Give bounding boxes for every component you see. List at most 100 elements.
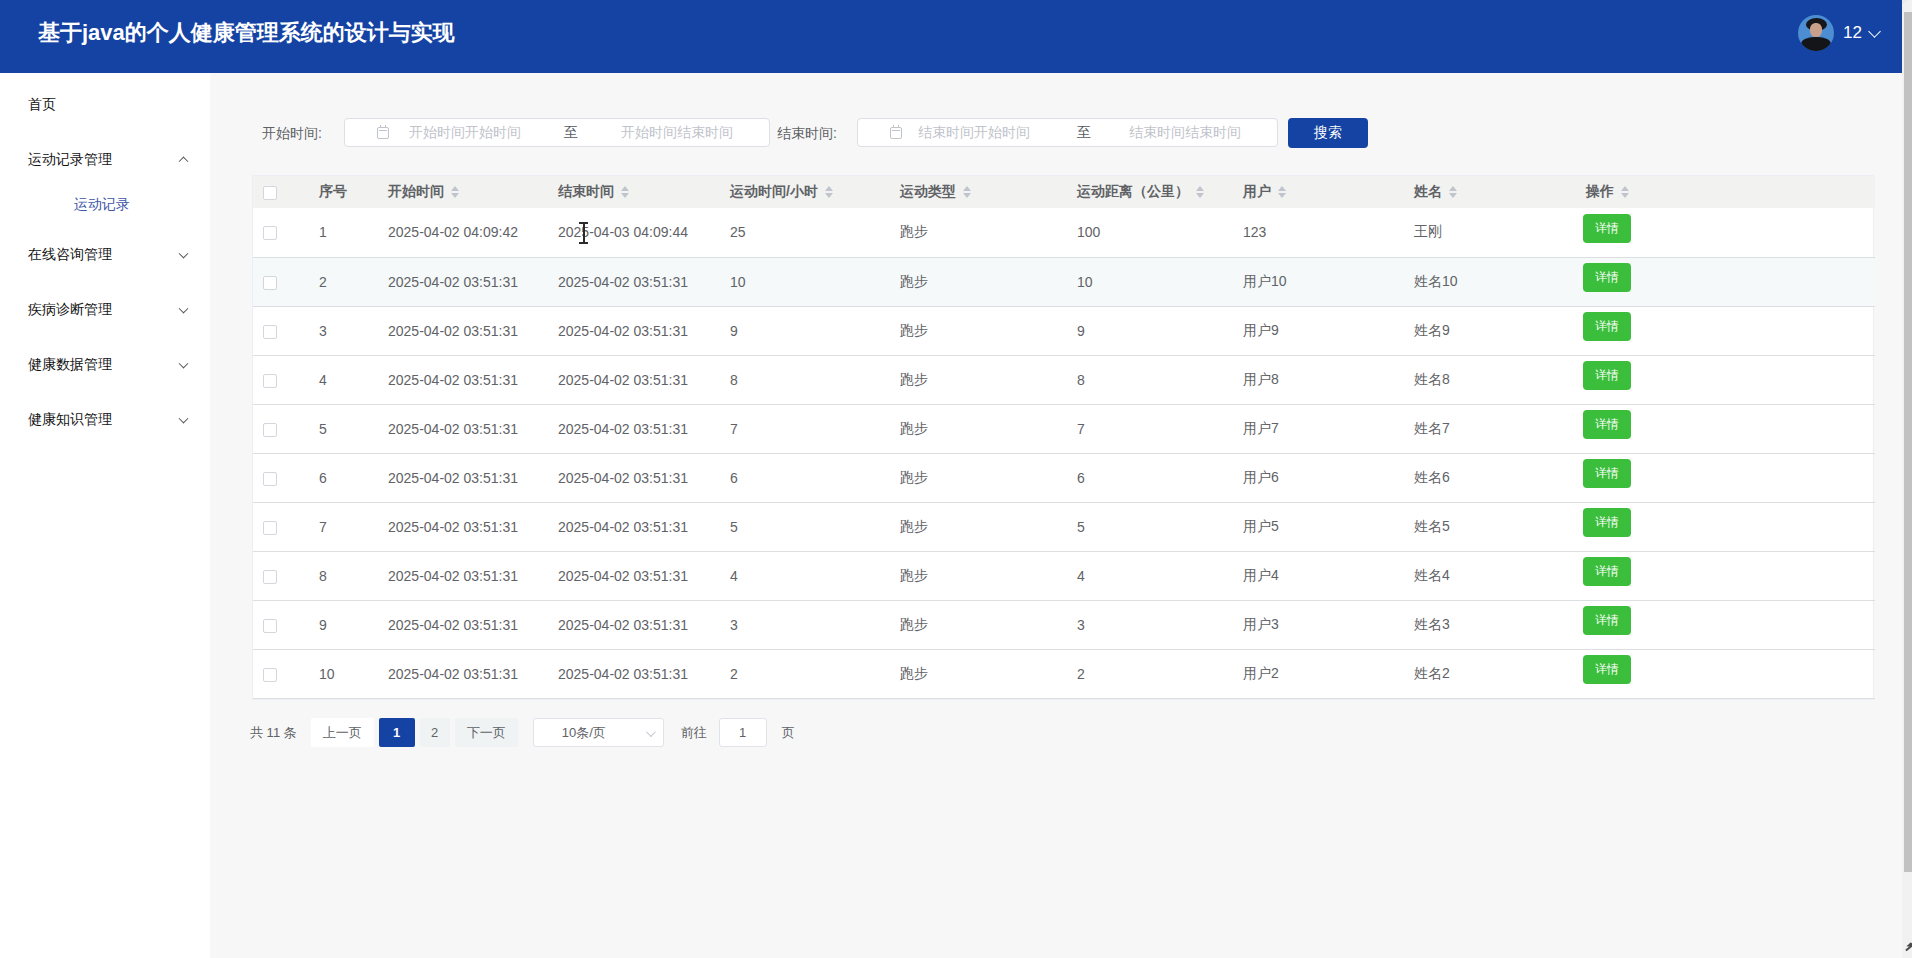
row-checkbox[interactable] <box>263 226 277 240</box>
column-header[interactable]: 开始时间 <box>378 176 548 208</box>
sort-carets-icon[interactable] <box>451 186 459 198</box>
column-header-label: 用户 <box>1243 183 1271 201</box>
cell-type: 跑步 <box>890 208 1067 257</box>
start-time-range-input[interactable]: 开始时间开始时间 至 开始时间结束时间 <box>344 118 770 147</box>
detail-button[interactable]: 详情 <box>1583 655 1631 684</box>
column-header[interactable]: 序号 <box>309 176 378 208</box>
cell-start: 2025-04-02 03:51:31 <box>378 453 548 502</box>
cell-name: 姓名8 <box>1404 355 1576 404</box>
avatar[interactable] <box>1798 15 1834 51</box>
row-checkbox[interactable] <box>263 668 277 682</box>
end-from-placeholder: 结束时间开始时间 <box>918 119 1030 146</box>
cell-distance: 3 <box>1067 600 1233 649</box>
sidebar-item-label: 在线咨询管理 <box>28 246 112 262</box>
detail-button[interactable]: 详情 <box>1583 410 1631 439</box>
row-checkbox[interactable] <box>263 374 277 388</box>
sort-carets-icon[interactable] <box>1278 186 1286 198</box>
cell-user: 用户8 <box>1233 355 1404 404</box>
start-to-placeholder: 开始时间结束时间 <box>621 119 733 146</box>
detail-button[interactable]: 详情 <box>1583 606 1631 635</box>
sort-carets-icon[interactable] <box>825 186 833 198</box>
cell-name: 姓名5 <box>1404 502 1576 551</box>
sort-carets-icon[interactable] <box>963 186 971 198</box>
row-checkbox[interactable] <box>263 276 277 290</box>
row-checkbox[interactable] <box>263 423 277 437</box>
cell-end: 2025-04-02 03:51:31 <box>548 306 720 355</box>
row-checkbox[interactable] <box>263 619 277 633</box>
sort-carets-icon[interactable] <box>621 186 629 198</box>
cell-start: 2025-04-02 03:51:31 <box>378 551 548 600</box>
cell-name: 姓名9 <box>1404 306 1576 355</box>
cell-user: 用户5 <box>1233 502 1404 551</box>
row-checkbox[interactable] <box>263 570 277 584</box>
sidebar-item[interactable]: 健康数据管理 <box>0 337 210 392</box>
table-row: 102025-04-02 03:51:312025-04-02 03:51:31… <box>253 649 1875 698</box>
cell-name: 王刚 <box>1404 208 1576 257</box>
goto-page-input[interactable]: 1 <box>719 718 767 747</box>
column-header[interactable]: 用户 <box>1233 176 1404 208</box>
page-number-1[interactable]: 1 <box>379 718 415 747</box>
select-all-checkbox[interactable] <box>263 186 277 200</box>
detail-button[interactable]: 详情 <box>1583 214 1631 243</box>
column-header[interactable]: 运动时间/小时 <box>720 176 890 208</box>
sort-carets-icon[interactable] <box>1621 186 1629 198</box>
column-header[interactable]: 姓名 <box>1404 176 1576 208</box>
sidebar-item[interactable]: 健康知识管理 <box>0 392 210 447</box>
cell-hours: 25 <box>720 208 890 257</box>
sort-carets-icon[interactable] <box>1196 186 1204 198</box>
cell-end: 2025-04-02 03:51:31 <box>548 649 720 698</box>
detail-button[interactable]: 详情 <box>1583 263 1631 292</box>
table-body: 12025-04-02 04:09:422025-04-03 04:09:442… <box>253 208 1875 698</box>
user-name: 12 <box>1843 23 1862 43</box>
cell-end: 2025-04-02 03:51:31 <box>548 453 720 502</box>
column-header[interactable]: 运动类型 <box>890 176 1067 208</box>
prev-page-button[interactable]: 上一页 <box>311 718 374 747</box>
cell-user: 用户10 <box>1233 257 1404 306</box>
next-page-button[interactable]: 下一页 <box>455 718 518 747</box>
cell-end: 2025-04-02 03:51:31 <box>548 257 720 306</box>
cell-index: 5 <box>309 404 378 453</box>
detail-button[interactable]: 详情 <box>1583 361 1631 390</box>
detail-button[interactable]: 详情 <box>1583 508 1631 537</box>
cell-distance: 10 <box>1067 257 1233 306</box>
cell-index: 10 <box>309 649 378 698</box>
range-separator: 至 <box>1077 119 1091 146</box>
table-row: 42025-04-02 03:51:312025-04-02 03:51:318… <box>253 355 1875 404</box>
cell-distance: 5 <box>1067 502 1233 551</box>
row-checkbox[interactable] <box>263 472 277 486</box>
sidebar-item[interactable]: 在线咨询管理 <box>0 227 210 282</box>
sidebar-item[interactable]: 首页 <box>0 77 210 132</box>
cell-user: 用户7 <box>1233 404 1404 453</box>
table-row: 52025-04-02 03:51:312025-04-02 03:51:317… <box>253 404 1875 453</box>
column-header[interactable]: 结束时间 <box>548 176 720 208</box>
sort-carets-icon[interactable] <box>1449 186 1457 198</box>
scrollbar-thumb[interactable] <box>1904 12 1912 872</box>
column-header[interactable]: 运动距离（公里） <box>1067 176 1233 208</box>
cell-user: 用户9 <box>1233 306 1404 355</box>
column-header <box>253 176 309 208</box>
detail-button[interactable]: 详情 <box>1583 312 1631 341</box>
calendar-icon <box>890 127 902 139</box>
cell-hours: 9 <box>720 306 890 355</box>
cell-type: 跑步 <box>890 600 1067 649</box>
search-button[interactable]: 搜索 <box>1288 118 1368 148</box>
end-time-range-input[interactable]: 结束时间开始时间 至 结束时间结束时间 <box>857 118 1278 147</box>
column-header[interactable]: 操作 <box>1576 176 1875 208</box>
page-number-2[interactable]: 2 <box>420 718 450 747</box>
row-checkbox[interactable] <box>263 521 277 535</box>
scrollbar[interactable] <box>1902 0 1912 958</box>
sidebar-subitem[interactable]: 运动记录 <box>0 187 210 227</box>
cell-index: 8 <box>309 551 378 600</box>
page-size-select[interactable]: 10条/页 <box>533 718 664 747</box>
cell-start: 2025-04-02 03:51:31 <box>378 600 548 649</box>
sidebar-item[interactable]: 疾病诊断管理 <box>0 282 210 337</box>
user-menu[interactable]: 12 <box>1798 15 1879 51</box>
sidebar-item[interactable]: 运动记录管理 <box>0 132 210 187</box>
table-row: 12025-04-02 04:09:422025-04-03 04:09:442… <box>253 208 1875 257</box>
detail-button[interactable]: 详情 <box>1583 557 1631 586</box>
cell-end: 2025-04-02 03:51:31 <box>548 551 720 600</box>
row-checkbox[interactable] <box>263 325 277 339</box>
cell-end: 2025-04-03 04:09:44 <box>548 208 720 257</box>
detail-button[interactable]: 详情 <box>1583 459 1631 488</box>
column-header-label: 序号 <box>319 183 347 201</box>
